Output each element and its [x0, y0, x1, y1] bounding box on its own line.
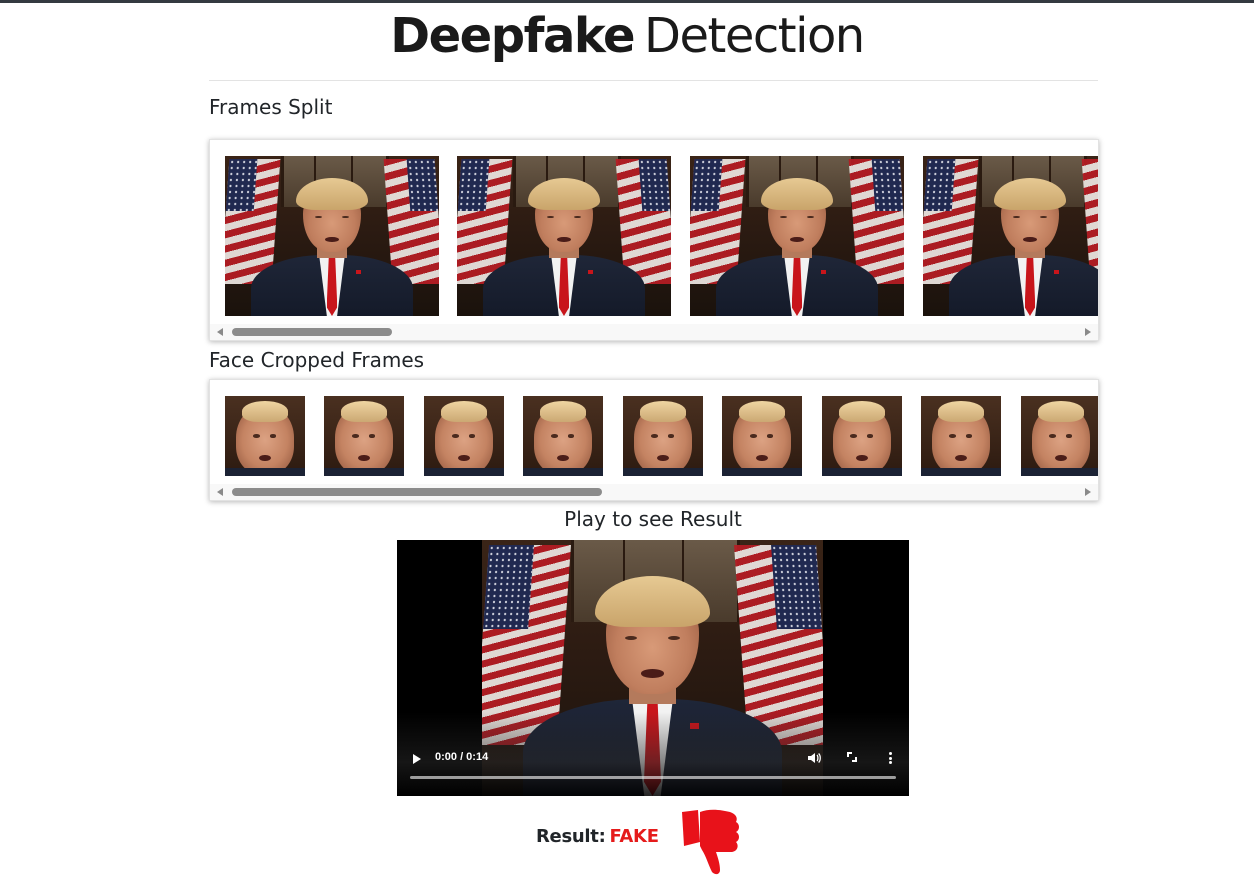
result-text: Result: FAKE — [536, 826, 659, 847]
face-crop — [722, 396, 802, 476]
volume-icon[interactable] — [807, 751, 821, 765]
brand-light: Detection — [644, 8, 865, 64]
face-cropped-title: Face Cropped Frames — [209, 348, 425, 372]
frames-split-scrollbar[interactable] — [210, 324, 1098, 340]
frames-split-panel — [209, 139, 1099, 341]
scrollbar-thumb[interactable] — [232, 328, 392, 336]
video-player[interactable]: 0:00 / 0:14 — [397, 540, 909, 796]
fullscreen-icon[interactable] — [847, 752, 857, 762]
video-frame — [690, 156, 904, 316]
thumbs-down-icon — [682, 809, 739, 875]
result-label: Result: — [536, 826, 606, 847]
face-crop — [921, 396, 1001, 476]
scrollbar-thumb[interactable] — [232, 488, 602, 496]
video-frame — [225, 156, 439, 316]
face-crop — [424, 396, 504, 476]
face-crop — [324, 396, 404, 476]
player-title: Play to see Result — [564, 507, 742, 531]
video-controls: 0:00 / 0:14 — [397, 740, 909, 796]
scroll-left-icon[interactable] — [217, 328, 223, 336]
brand-bold: Deepfake — [390, 8, 635, 64]
face-crop — [1021, 396, 1098, 476]
face-crop — [822, 396, 902, 476]
play-icon[interactable] — [413, 754, 421, 764]
frames-split-title: Frames Split — [209, 95, 333, 119]
divider — [209, 80, 1098, 81]
page-title: Deepfake Detection — [0, 6, 1254, 66]
face-cropped-strip — [210, 396, 1098, 476]
time-display: 0:00 / 0:14 — [435, 751, 489, 763]
progress-track[interactable] — [410, 776, 896, 779]
top-bar — [0, 0, 1254, 3]
scroll-right-icon[interactable] — [1085, 328, 1091, 336]
more-vert-icon[interactable] — [889, 752, 892, 764]
scroll-right-icon[interactable] — [1085, 488, 1091, 496]
frames-split-strip — [210, 156, 1098, 316]
face-cropped-scrollbar[interactable] — [210, 484, 1098, 500]
video-frame — [457, 156, 671, 316]
result-value: FAKE — [609, 826, 659, 847]
face-cropped-panel — [209, 379, 1099, 501]
video-frame — [923, 156, 1098, 316]
face-crop — [623, 396, 703, 476]
face-crop — [225, 396, 305, 476]
face-crop — [523, 396, 603, 476]
scroll-left-icon[interactable] — [217, 488, 223, 496]
